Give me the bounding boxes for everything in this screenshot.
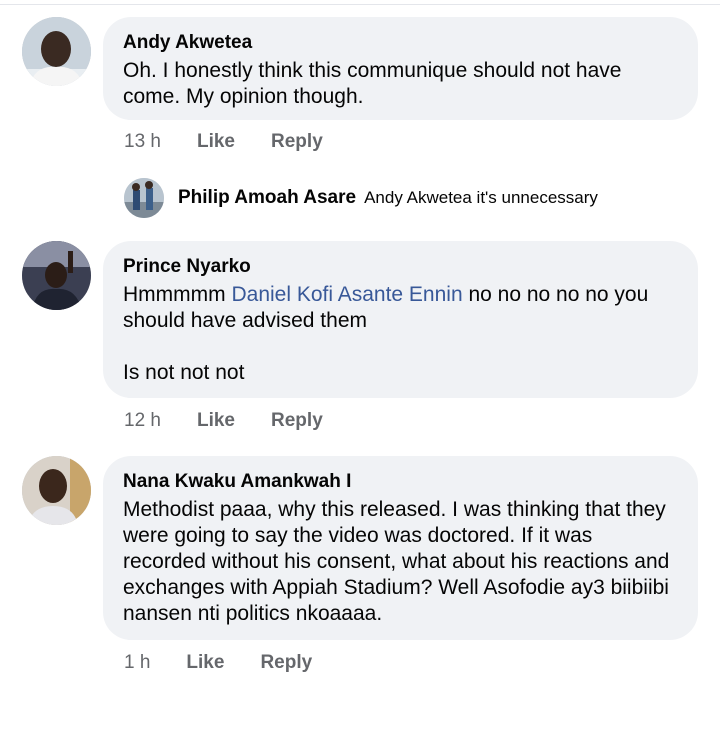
profile-photo-icon: [22, 456, 91, 525]
comment-actions: 1 h Like Reply: [124, 652, 348, 674]
reply-button[interactable]: Reply: [260, 652, 312, 674]
mention-link[interactable]: Daniel Kofi Asante Ennin: [231, 283, 462, 306]
comment-actions: 12 h Like Reply: [124, 410, 359, 432]
reply-button[interactable]: Reply: [271, 131, 323, 153]
comment-actions: 13 h Like Reply: [124, 131, 359, 153]
profile-photo-icon: [124, 178, 164, 218]
comment-author[interactable]: Prince Nyarko: [123, 255, 678, 279]
reply-text: Andy Akwetea it's unnecessary: [364, 188, 598, 207]
reply-button[interactable]: Reply: [271, 410, 323, 432]
avatar[interactable]: [22, 241, 91, 310]
comment-text: Methodist paaa, why this released. I was…: [123, 498, 676, 625]
comment-bubble: Nana Kwaku Amankwah I Methodist paaa, wh…: [103, 456, 698, 640]
comment-author[interactable]: Nana Kwaku Amankwah I: [123, 470, 678, 494]
like-button[interactable]: Like: [186, 652, 224, 674]
comment-time[interactable]: 13 h: [124, 131, 161, 153]
avatar[interactable]: [124, 178, 164, 218]
avatar[interactable]: [22, 456, 91, 525]
reply-preview[interactable]: Philip Amoah Asare Andy Akwetea it's unn…: [124, 178, 598, 218]
comment-text: Oh. I honestly think this communique sho…: [123, 59, 628, 108]
profile-photo-icon: [22, 17, 91, 86]
comment-bubble: Andy Akwetea Oh. I honestly think this c…: [103, 17, 698, 120]
comment-time[interactable]: 1 h: [124, 652, 150, 674]
like-button[interactable]: Like: [197, 410, 235, 432]
like-button[interactable]: Like: [197, 131, 235, 153]
avatar[interactable]: [22, 17, 91, 86]
divider: [0, 4, 720, 5]
comment-bubble: Prince Nyarko Hmmmmm Daniel Kofi Asante …: [103, 241, 698, 398]
comment-author[interactable]: Andy Akwetea: [123, 31, 678, 55]
comment-text: Hmmmmm Daniel Kofi Asante Ennin no no no…: [123, 282, 678, 386]
profile-photo-icon: [22, 241, 91, 310]
reply-author[interactable]: Philip Amoah Asare: [178, 187, 356, 209]
comment-text-part: Hmmmmm: [123, 283, 232, 306]
comment-time[interactable]: 12 h: [124, 410, 161, 432]
